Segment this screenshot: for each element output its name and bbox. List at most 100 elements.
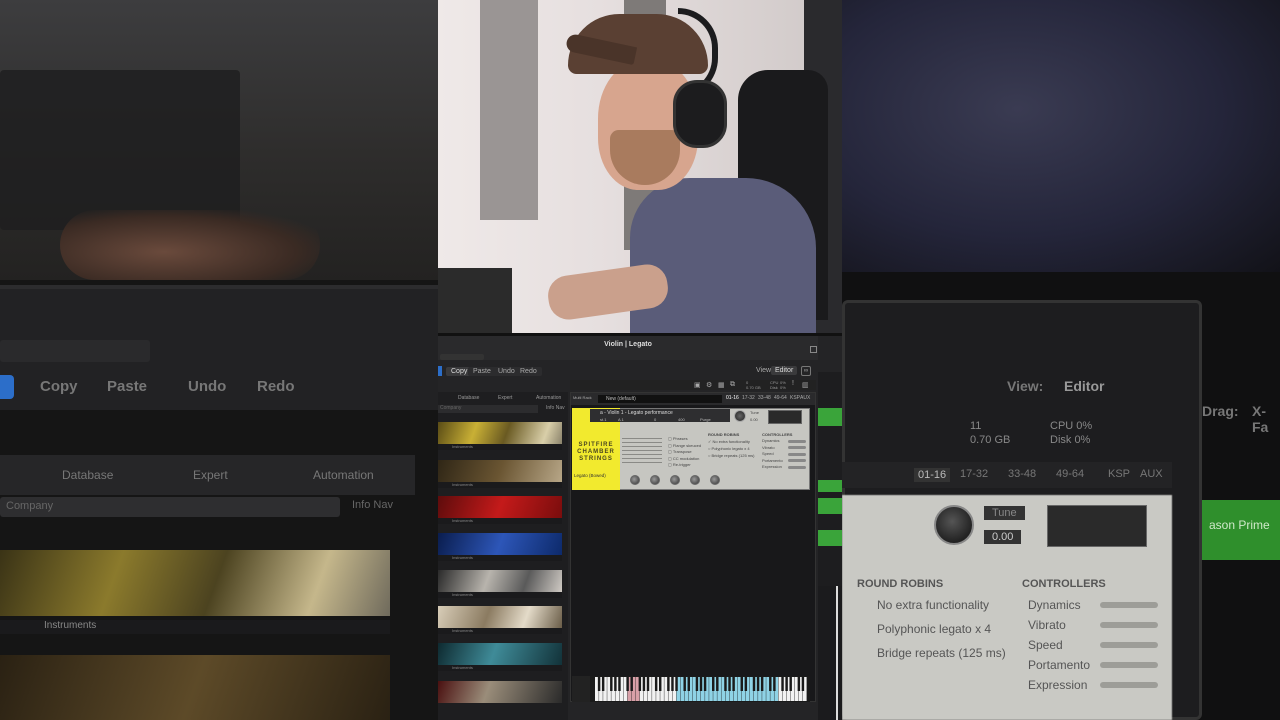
black-key[interactable]: [642, 677, 646, 691]
page-ksp[interactable]: KSP: [790, 395, 800, 401]
black-key[interactable]: [671, 677, 674, 691]
knob-1[interactable]: [630, 475, 640, 485]
expression-slider[interactable]: [788, 466, 806, 469]
tune-knob[interactable]: [734, 410, 746, 422]
page-aux[interactable]: AUX: [800, 395, 810, 401]
rack-view-icon[interactable]: ▥: [802, 381, 809, 389]
library-item-red[interactable]: [438, 496, 562, 518]
black-key[interactable]: [773, 677, 776, 691]
black-key[interactable]: [789, 677, 792, 691]
speed-slider[interactable]: [788, 453, 806, 456]
black-key[interactable]: [675, 677, 678, 691]
black-key[interactable]: [785, 677, 788, 691]
rr-option-1[interactable]: ✓ No extra functionality: [708, 438, 754, 445]
portamento-slider[interactable]: [788, 459, 806, 462]
black-key[interactable]: [752, 677, 756, 691]
midi-channel-value[interactable]: A 1: [618, 417, 624, 422]
rr-option-3[interactable]: ○ Bridge repeats (125 ms): [708, 452, 754, 459]
knob-4[interactable]: [690, 475, 700, 485]
library-item-misc[interactable]: [438, 681, 562, 703]
black-key[interactable]: [618, 677, 621, 691]
layout-icon[interactable]: ▦: [718, 381, 725, 389]
black-key[interactable]: [654, 677, 658, 691]
black-key[interactable]: [646, 677, 650, 691]
black-key[interactable]: [760, 677, 764, 691]
black-key[interactable]: [667, 677, 670, 691]
browser-info-nav[interactable]: Info Nav: [546, 405, 565, 411]
black-key[interactable]: [699, 677, 703, 691]
black-key[interactable]: [703, 677, 707, 691]
black-key[interactable]: [732, 677, 735, 691]
articulation-name[interactable]: Legato (Bowed): [574, 473, 606, 478]
track-region-3[interactable]: [818, 498, 842, 514]
output-value[interactable]: st.1: [600, 417, 606, 422]
redo-button[interactable]: Redo: [515, 367, 542, 376]
black-key[interactable]: [659, 677, 662, 691]
track-region-2[interactable]: [818, 480, 842, 492]
black-key[interactable]: [740, 677, 743, 691]
output-icon[interactable]: ⧉: [730, 381, 735, 389]
link-icon[interactable]: ∞: [801, 366, 811, 376]
tune-value[interactable]: 0.00: [750, 417, 758, 422]
knob-3[interactable]: [670, 475, 680, 485]
save-icon[interactable]: ▣: [694, 381, 701, 389]
purge-button[interactable]: Purge: [700, 417, 711, 422]
black-key[interactable]: [597, 677, 601, 691]
dynamics-slider[interactable]: [788, 440, 806, 443]
paste-button[interactable]: Paste: [468, 367, 496, 376]
black-key[interactable]: [695, 677, 699, 691]
page-49-64[interactable]: 49-64: [774, 395, 787, 401]
black-key[interactable]: [781, 677, 784, 691]
library-item-percussion[interactable]: [438, 606, 562, 628]
track-region-4[interactable]: [818, 530, 842, 546]
black-key[interactable]: [601, 677, 605, 691]
black-key[interactable]: [801, 677, 805, 691]
piano-keyboard[interactable]: [595, 677, 807, 701]
max-voices-value[interactable]: 400: [678, 417, 685, 422]
rr-option-2[interactable]: ○ Polyphonic legato x 4: [708, 445, 754, 452]
black-key[interactable]: [712, 677, 715, 691]
vibrato-slider[interactable]: [788, 446, 806, 449]
library-item-strings[interactable]: [438, 460, 562, 482]
warning-icon[interactable]: !: [792, 380, 794, 387]
library-dropdown[interactable]: [440, 354, 484, 360]
knob-5[interactable]: [710, 475, 720, 485]
black-key[interactable]: [683, 677, 686, 691]
black-key[interactable]: [797, 677, 801, 691]
page-33-48[interactable]: 33-48: [758, 395, 771, 401]
black-key[interactable]: [638, 677, 642, 691]
pitch-mod-wheels[interactable]: [572, 676, 590, 702]
instrument-name[interactable]: a - Violin 1 - Legato performance: [600, 410, 673, 416]
library-item-teal[interactable]: [438, 643, 562, 665]
playhead[interactable]: [836, 586, 838, 720]
multi-preset-field[interactable]: New (default): [598, 395, 722, 403]
window-expand-icon[interactable]: [810, 346, 817, 353]
black-key[interactable]: [769, 677, 772, 691]
black-key[interactable]: [756, 677, 760, 691]
black-key[interactable]: [614, 677, 617, 691]
library-item-blue[interactable]: [438, 533, 562, 555]
library-item-drums[interactable]: [438, 570, 562, 592]
option-5[interactable]: ▢ Re-trigger: [668, 462, 701, 469]
page-17-32[interactable]: 17-32: [742, 395, 755, 401]
browser-tab-expert[interactable]: Expert: [498, 395, 512, 401]
black-key[interactable]: [687, 677, 690, 691]
black-key[interactable]: [630, 677, 633, 691]
black-key[interactable]: [626, 677, 629, 691]
articulation-grid[interactable]: [622, 436, 662, 466]
browser-search-input[interactable]: Company: [438, 405, 538, 413]
library-item-brass[interactable]: [438, 422, 562, 444]
black-key[interactable]: [610, 677, 613, 691]
black-key[interactable]: [724, 677, 727, 691]
gear-icon[interactable]: ⚙: [706, 381, 712, 389]
track-region-1[interactable]: [818, 408, 842, 426]
browser-tab-automation[interactable]: Automation: [536, 395, 561, 401]
knob-2[interactable]: [650, 475, 660, 485]
black-key[interactable]: [744, 677, 748, 691]
browser-tab-database[interactable]: Database: [458, 395, 479, 401]
black-key[interactable]: [728, 677, 731, 691]
library-toggle-button[interactable]: [438, 366, 442, 376]
black-key[interactable]: [716, 677, 719, 691]
view-select[interactable]: Editor: [771, 366, 798, 375]
page-01-16[interactable]: 01-16: [726, 395, 739, 401]
